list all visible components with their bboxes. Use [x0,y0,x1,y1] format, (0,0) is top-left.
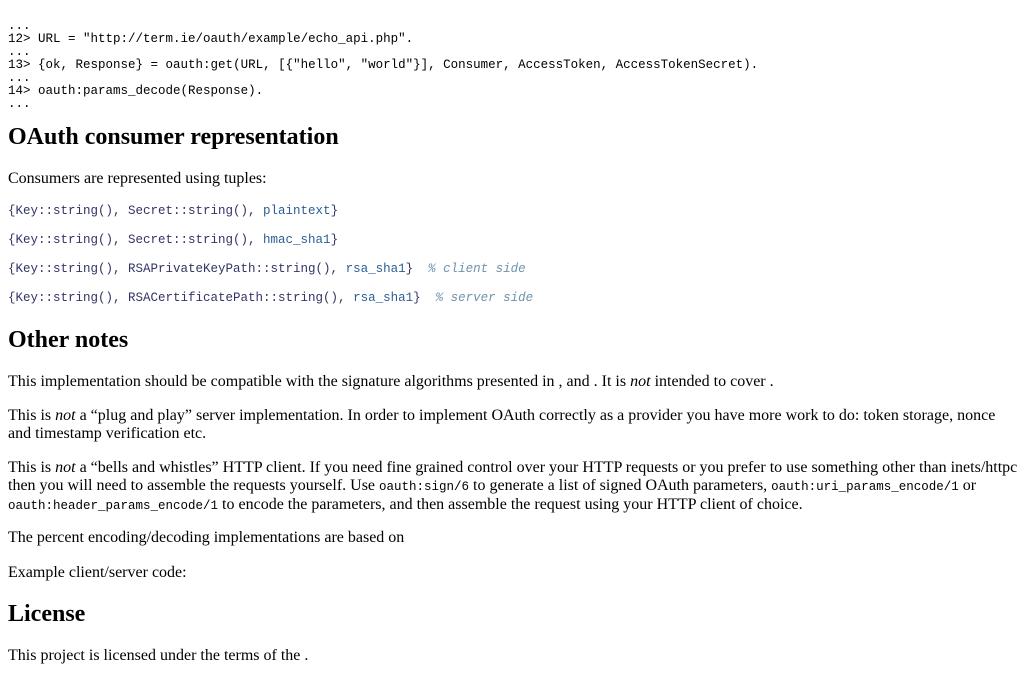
shell-session: ... 12> URL = "http://term.ie/oauth/exam… [8,10,758,111]
section-heading-consumer: OAuth consumer representation [8,124,339,150]
notes-paragraph-signature: This implementation should be compatible… [8,373,774,390]
code-uri-params-encode: oauth:uri_params_encode/1 [771,480,959,494]
tuple-rsa-sha1-server: {Key::string(), RSACertificatePath::stri… [8,291,534,305]
section-heading-notes: Other notes [8,327,129,353]
tuple-hmac-sha1: {Key::string(), Secret::string(), hmac_s… [8,233,339,247]
tuple-rsa-sha1-client: {Key::string(), RSAPrivateKeyPath::strin… [8,262,526,276]
tuple-plaintext: {Key::string(), Secret::string(), plaint… [8,204,339,218]
code-oauth-sign: oauth:sign/6 [379,480,470,494]
notes-paragraph-example: Example client/server code: [8,564,187,581]
shell-line-12: 12> URL = "http://term.ie/oauth/example/… [8,32,414,46]
notes-paragraph-client: This is not a “bells and whistles” HTTP … [8,459,1018,513]
shell-line-13: 13> {ok, Response} = oauth:get(URL, [{"h… [8,58,759,72]
code-header-params-encode: oauth:header_params_encode/1 [8,499,219,513]
license-text: This project is licensed under the terms… [8,647,309,664]
notes-paragraph-server: This is not a “plug and play” server imp… [8,407,996,442]
shell-ellipsis: ... [8,97,31,111]
consumer-intro: Consumers are represented using tuples: [8,170,267,187]
section-heading-license: License [8,601,86,627]
shell-line-14: 14> oauth:params_decode(Response). [8,84,264,98]
notes-paragraph-percent-encoding: The percent encoding/decoding implementa… [8,529,405,546]
